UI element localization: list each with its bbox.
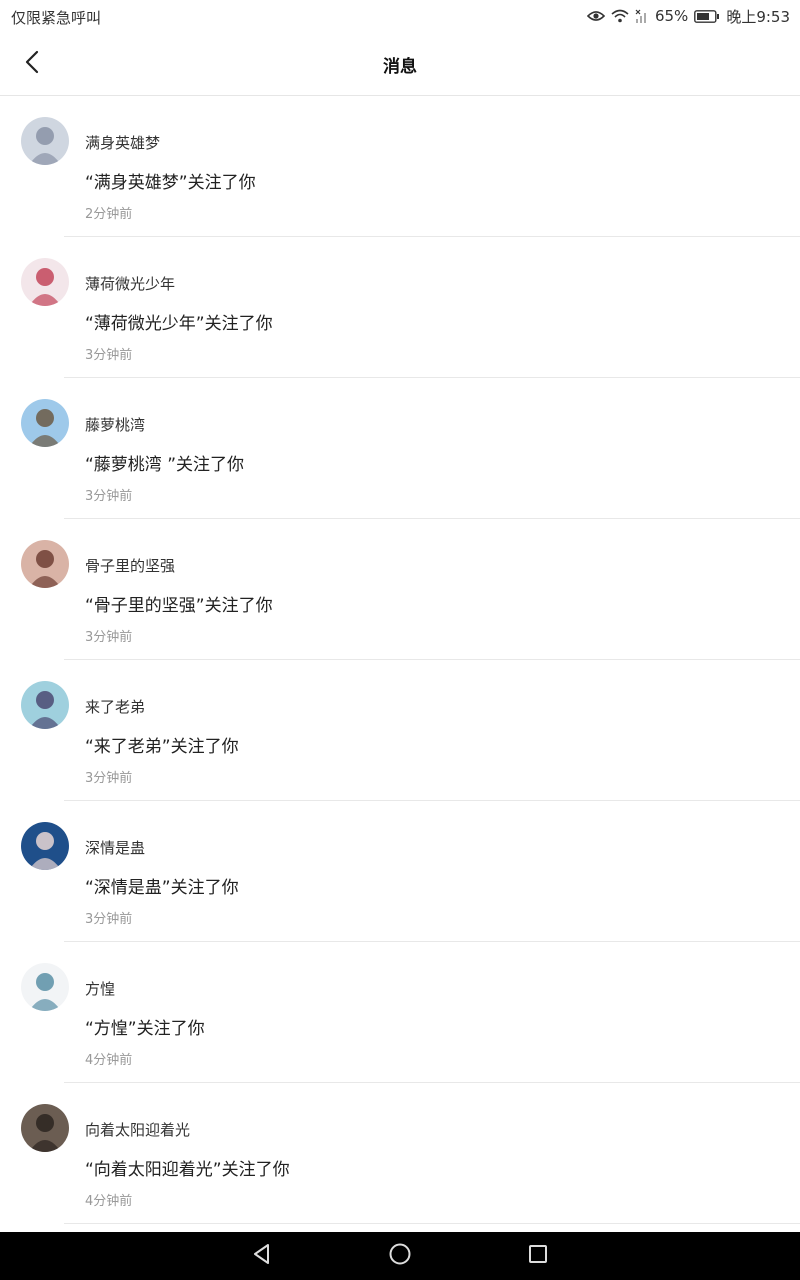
- notification-item[interactable]: 方惶 “方惶”关注了你 4分钟前: [0, 942, 800, 1083]
- notification-message: “骨子里的坚强”关注了你: [85, 596, 273, 616]
- nav-recents-button[interactable]: [524, 1242, 552, 1270]
- notification-message: “满身英雄梦”关注了你: [85, 173, 256, 193]
- notification-message: “来了老弟”关注了你: [85, 737, 239, 757]
- clock: 晚上9:53: [726, 7, 790, 26]
- notification-item[interactable]: 薄荷微光少年 “薄荷微光少年”关注了你 3分钟前: [0, 237, 800, 378]
- username[interactable]: 骨子里的坚强: [85, 555, 175, 576]
- username[interactable]: 向着太阳迎着光: [85, 1119, 190, 1140]
- wifi-icon: [611, 9, 629, 23]
- avatar[interactable]: [21, 963, 69, 1011]
- avatar[interactable]: [21, 681, 69, 729]
- username[interactable]: 满身英雄梦: [85, 132, 160, 153]
- notification-message: “向着太阳迎着光”关注了你: [85, 1160, 290, 1180]
- avatar[interactable]: [21, 822, 69, 870]
- battery-icon: [694, 9, 720, 23]
- notification-list: 满身英雄梦 “满身英雄梦”关注了你 2分钟前薄荷微光少年 “薄荷微光少年”关注了你 3分…: [0, 96, 800, 1224]
- timestamp: 3分钟前: [85, 630, 133, 645]
- timestamp: 2分钟前: [85, 207, 133, 222]
- nav-back-button[interactable]: [248, 1242, 276, 1270]
- username[interactable]: 方惶: [85, 978, 115, 999]
- avatar[interactable]: [21, 540, 69, 588]
- timestamp: 3分钟前: [85, 771, 133, 786]
- timestamp: 3分钟前: [85, 348, 133, 363]
- notification-item[interactable]: 骨子里的坚强 “骨子里的坚强”关注了你 3分钟前: [0, 519, 800, 660]
- square-recents-icon: [526, 1242, 550, 1270]
- battery-percent: 65%: [654, 7, 689, 25]
- notification-item[interactable]: 向着太阳迎着光 “向着太阳迎着光”关注了你 4分钟前: [0, 1083, 800, 1224]
- timestamp: 3分钟前: [85, 912, 133, 927]
- notification-message: “方惶”关注了你: [85, 1019, 205, 1039]
- avatar[interactable]: [21, 117, 69, 165]
- avatar[interactable]: [21, 1104, 69, 1152]
- header: 消息: [0, 32, 800, 96]
- system-nav-bar: [0, 1232, 800, 1280]
- divider: [64, 1223, 800, 1224]
- username[interactable]: 藤萝桃湾: [85, 414, 145, 435]
- timestamp: 4分钟前: [85, 1053, 133, 1068]
- username[interactable]: 深情是蛊: [85, 837, 145, 858]
- notification-message: “藤萝桃湾 ”关注了你: [85, 455, 245, 475]
- avatar[interactable]: [21, 399, 69, 447]
- eye-comfort-icon: [586, 10, 605, 22]
- emergency-call-text: 仅限紧急呼叫: [11, 9, 102, 27]
- notification-item[interactable]: 来了老弟 “来了老弟”关注了你 3分钟前: [0, 660, 800, 801]
- notification-message: “深情是蛊”关注了你: [85, 878, 239, 898]
- username[interactable]: 薄荷微光少年: [85, 273, 175, 294]
- nav-home-button[interactable]: [386, 1242, 414, 1270]
- status-icons: 65% 晚上9:53: [586, 6, 790, 26]
- notification-item[interactable]: 藤萝桃湾 “藤萝桃湾 ”关注了你 3分钟前: [0, 378, 800, 519]
- signal-icon: [635, 9, 649, 23]
- triangle-back-icon: [250, 1242, 274, 1270]
- page-title: 消息: [383, 57, 417, 77]
- circle-home-icon: [388, 1242, 412, 1270]
- notification-message: “薄荷微光少年”关注了你: [85, 314, 273, 334]
- timestamp: 3分钟前: [85, 489, 133, 504]
- notification-item[interactable]: 深情是蛊 “深情是蛊”关注了你 3分钟前: [0, 801, 800, 942]
- username[interactable]: 来了老弟: [85, 696, 145, 717]
- avatar[interactable]: [21, 258, 69, 306]
- notification-item[interactable]: 满身英雄梦 “满身英雄梦”关注了你 2分钟前: [0, 96, 800, 237]
- status-bar: 仅限紧急呼叫 65% 晚上9:53: [0, 0, 800, 32]
- timestamp: 4分钟前: [85, 1194, 133, 1209]
